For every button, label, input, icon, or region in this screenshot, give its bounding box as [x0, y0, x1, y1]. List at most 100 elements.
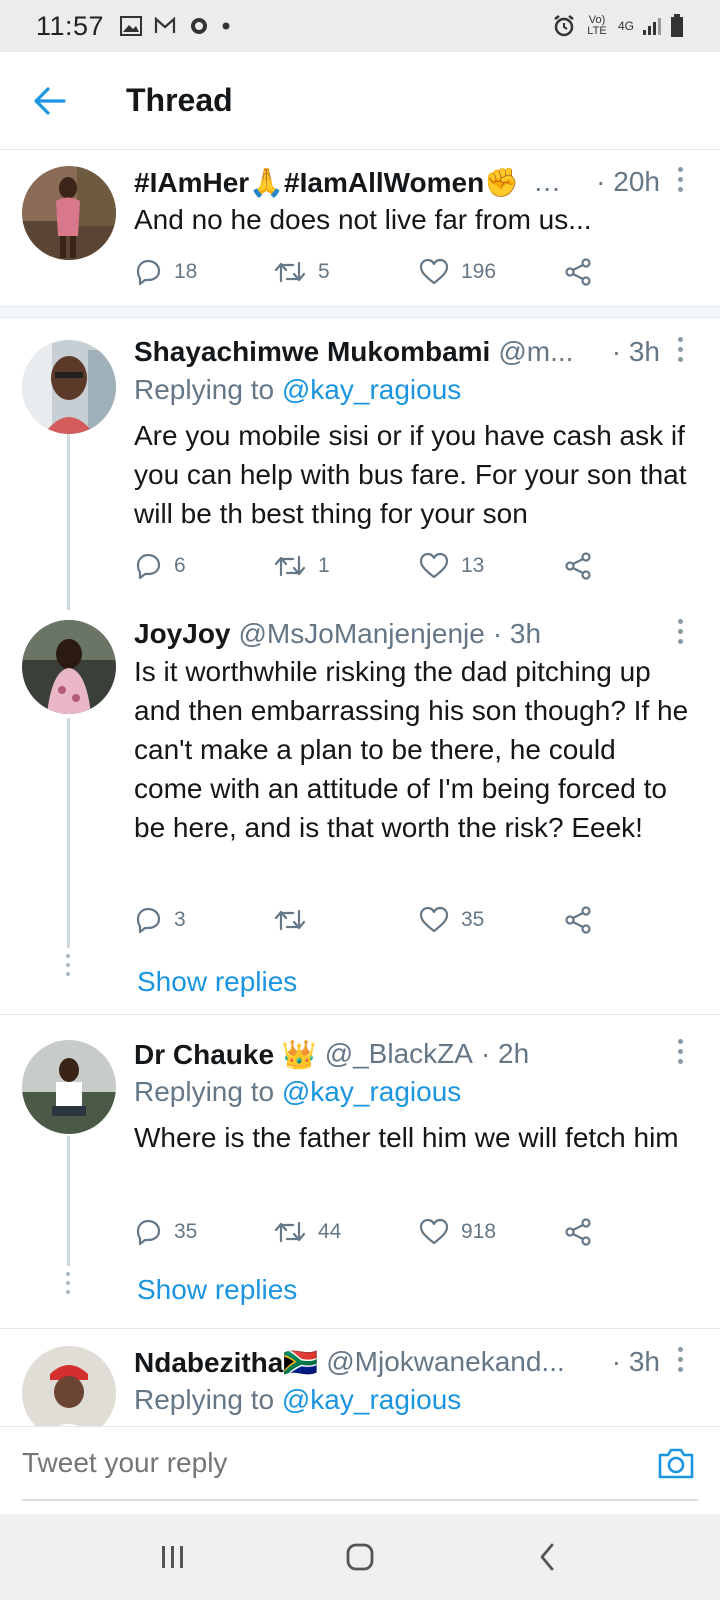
gmail-icon: [154, 17, 176, 33]
gallery-icon: [120, 16, 143, 36]
input-underline: [22, 1499, 698, 1501]
tweet-time: · 3h: [492, 618, 542, 649]
like-count: 35: [461, 908, 485, 931]
author-name[interactable]: Shayachimwe Mukombami: [134, 336, 490, 368]
replying-to-prefix: Replying to: [134, 374, 275, 405]
heart-icon: [419, 906, 449, 933]
tweet-actions: 3 35: [134, 902, 592, 938]
author-handle[interactable]: @MsJoManjenjenje: [239, 618, 485, 650]
author-name[interactable]: Ndabezitha🇿🇦: [134, 1346, 318, 1379]
retweet-count: 1: [318, 554, 330, 577]
heart-icon: [419, 1218, 449, 1245]
share-button[interactable]: [564, 552, 592, 580]
author-handle[interactable]: @m...: [498, 336, 573, 368]
settings-gear-icon: [191, 18, 208, 34]
retweet-count: 44: [318, 1220, 342, 1243]
avatar[interactable]: [22, 1346, 116, 1426]
mention-link[interactable]: @kay_ragious: [282, 1076, 461, 1107]
retweet-icon: [274, 555, 306, 577]
tweet-actions: 6 1 13: [134, 548, 592, 584]
retweet-button[interactable]: 1: [274, 553, 419, 579]
reply-count: 6: [174, 554, 186, 577]
more-options-button[interactable]: [670, 164, 690, 194]
more-options-button[interactable]: [670, 1344, 690, 1374]
signal-icon: [643, 18, 661, 35]
share-button[interactable]: [564, 906, 592, 934]
back-button[interactable]: [20, 71, 80, 131]
camera-icon: [658, 1448, 694, 1479]
like-button[interactable]: 13: [419, 552, 564, 580]
author-handle[interactable]: …: [533, 166, 561, 198]
section-divider: [0, 306, 720, 318]
tweet-time: · 3h: [611, 1346, 660, 1377]
retweet-button[interactable]: 44: [274, 1219, 419, 1245]
reply-button[interactable]: 35: [134, 1218, 274, 1246]
share-button[interactable]: [564, 258, 592, 286]
thread-line: [67, 718, 70, 948]
like-button[interactable]: 196: [419, 258, 564, 286]
reply-icon: [136, 259, 161, 286]
thread-line: [67, 430, 70, 610]
mention-link[interactable]: @kay_ragious: [282, 1384, 461, 1415]
more-options-button[interactable]: [670, 334, 690, 364]
reply-icon: [136, 553, 161, 580]
reply-button[interactable]: 18: [134, 258, 274, 286]
system-back-button[interactable]: [517, 1527, 577, 1587]
more-options-button[interactable]: [670, 616, 690, 646]
reply-button[interactable]: 6: [134, 552, 274, 580]
divider: [0, 1328, 720, 1329]
camera-button[interactable]: [656, 1445, 696, 1481]
author-handle[interactable]: @Mjokwanekand...: [326, 1346, 565, 1378]
like-count: 13: [461, 554, 485, 577]
mention-link[interactable]: @kay_ragious: [282, 374, 461, 405]
more-options-button[interactable]: [670, 1036, 690, 1066]
avatar[interactable]: [22, 620, 116, 714]
retweet-icon: [274, 1221, 306, 1243]
replying-to-prefix: Replying to: [134, 1076, 275, 1107]
tweet-item[interactable]: #IAmHer🙏#IamAllWomen✊ … · 20h And no he …: [0, 150, 720, 310]
avatar[interactable]: [22, 340, 116, 434]
tweet-time: · 2h: [480, 1038, 530, 1069]
reply-icon: [136, 907, 161, 934]
tweet-item[interactable]: JoyJoy @MsJoManjenjenje · 3h Is it worth…: [0, 610, 720, 1010]
home-button[interactable]: [330, 1527, 390, 1587]
reply-count: 18: [174, 260, 198, 283]
retweet-icon: [274, 261, 306, 283]
reply-button[interactable]: 3: [134, 906, 274, 934]
network-label: Vo) LTE: [587, 14, 607, 37]
chevron-left-icon: [540, 1543, 554, 1571]
share-icon: [565, 906, 591, 934]
share-button[interactable]: [564, 1218, 592, 1246]
tweet-text: Is it worthwhile risking the dad pitchin…: [134, 656, 689, 843]
recent-apps-button[interactable]: [143, 1527, 203, 1587]
network-type: 4G: [617, 19, 634, 33]
notification-dot-icon: [222, 22, 230, 30]
show-replies-link[interactable]: Show replies: [137, 1274, 297, 1306]
like-button[interactable]: 918: [419, 1218, 564, 1246]
tweet-item[interactable]: Dr Chauke 👑 @_BlackZA · 2h Replying to @…: [0, 1028, 720, 1318]
like-count: 196: [461, 260, 497, 283]
like-button[interactable]: 35: [419, 906, 564, 934]
replying-to: Replying to @kay_ragious: [134, 374, 461, 406]
tweet-item[interactable]: Shayachimwe Mukombami @m... · 3h Replyin…: [0, 318, 720, 610]
reply-icon: [136, 1219, 161, 1246]
thread-feed[interactable]: #IAmHer🙏#IamAllWomen✊ … · 20h And no he …: [0, 150, 720, 1426]
retweet-button[interactable]: 5: [274, 259, 419, 285]
status-bar: 11:57 Vo) LTE 4G: [0, 0, 720, 52]
retweet-button[interactable]: [274, 907, 419, 933]
reply-input[interactable]: [22, 1441, 622, 1485]
status-time: 11:57: [36, 10, 105, 41]
show-replies-link[interactable]: Show replies: [137, 966, 297, 998]
avatar[interactable]: [22, 1040, 116, 1134]
tweet-time: · 3h: [611, 336, 660, 367]
author-handle[interactable]: @_BlackZA: [325, 1038, 473, 1070]
tweet-item[interactable]: Ndabezitha🇿🇦 @Mjokwanekand... · 3h Reply…: [0, 1342, 720, 1426]
thread-dots: [66, 1272, 71, 1299]
author-name[interactable]: Dr Chauke 👑: [134, 1038, 317, 1071]
replying-to-prefix: Replying to: [134, 1384, 275, 1415]
avatar[interactable]: [22, 166, 116, 260]
author-name[interactable]: JoyJoy: [134, 618, 231, 650]
arrow-left-icon: [34, 86, 66, 115]
tweet-text: And no he does not live far from us...: [134, 204, 592, 235]
author-name[interactable]: #IAmHer🙏#IamAllWomen✊: [134, 166, 519, 199]
